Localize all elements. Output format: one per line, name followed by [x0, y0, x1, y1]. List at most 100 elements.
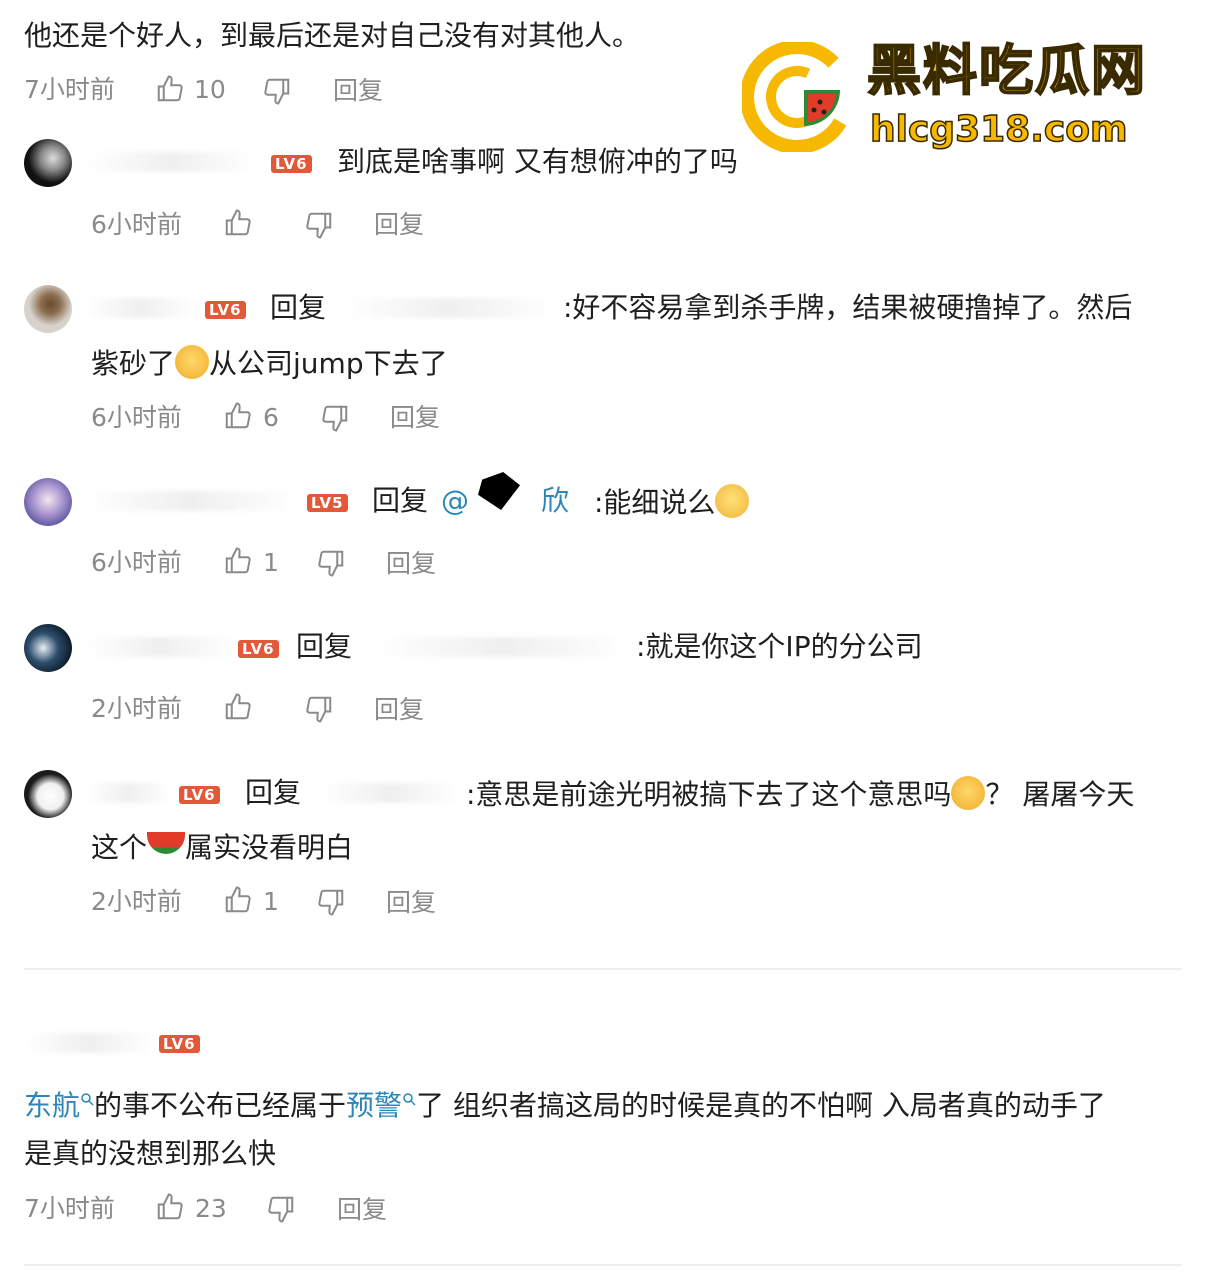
dislike-button[interactable] [320, 403, 350, 433]
dislike-button[interactable] [266, 1194, 296, 1224]
like-button[interactable] [223, 401, 253, 431]
reply-target-name[interactable] [375, 637, 630, 657]
reply-word: 回复 [296, 630, 353, 663]
watermark: 黑料吃瓜网 hlcg318.com [742, 39, 1162, 155]
comment-text-part: 了 组织者搞这局的时候是真的不怕啊 入局者真的动手了 [416, 1089, 1106, 1122]
comment-text-part: 紫砂了 [91, 347, 176, 380]
username[interactable] [86, 298, 196, 318]
thumbs-up-icon [225, 547, 251, 574]
mention-link[interactable]: @ [441, 487, 469, 515]
comment-time: 7小时前 [24, 1194, 115, 1223]
comment-text: 东航 的事不公布已经属于预警了 组织者搞这局的时候是真的不怕啊 入局者真的动手了 [24, 1092, 1106, 1120]
reply-button[interactable]: 回复 [333, 78, 383, 103]
comment-text-part: :能细说么 [594, 486, 716, 519]
comment-text-line2: 这个 属实没看明白 [91, 831, 353, 864]
reply-word: 回复 [245, 776, 302, 809]
like-count: 1 [263, 548, 279, 577]
like-button[interactable] [223, 208, 253, 238]
username[interactable] [86, 783, 171, 803]
thumbs-up-icon [157, 75, 183, 102]
reply-button[interactable]: 回复 [337, 1197, 387, 1222]
comment-text-part: ？ 屠屠今天 [985, 778, 1135, 811]
dislike-button[interactable] [304, 210, 334, 240]
thumbs-up-icon [225, 693, 251, 720]
facepalm-emoji-icon [175, 345, 210, 379]
comment-text: :就是你这个IP的分公司 [636, 630, 923, 663]
username[interactable] [86, 152, 256, 172]
username[interactable] [24, 1033, 154, 1053]
facepalm-emoji-icon [951, 776, 986, 810]
divider [24, 968, 1182, 970]
like-button[interactable] [223, 885, 253, 915]
redaction-mark [478, 472, 520, 510]
comment-text: 到底是啥事啊 又有想俯冲的了吗 [337, 145, 738, 178]
reply-button[interactable]: 回复 [386, 890, 436, 915]
thumbs-down-icon [306, 696, 332, 723]
reply-button[interactable]: 回复 [386, 551, 436, 576]
flushed-emoji-icon [715, 484, 750, 518]
dislike-button[interactable] [316, 548, 346, 578]
like-button[interactable] [155, 74, 185, 104]
topic-link[interactable]: 东航 [24, 1089, 80, 1122]
thumbs-up-icon [225, 886, 251, 913]
watermelon-emoji-icon [147, 832, 186, 854]
like-button[interactable] [223, 546, 253, 576]
comment-time: 2小时前 [91, 694, 182, 723]
reply-word: 回复 [270, 291, 327, 324]
watermark-brand: 黑料吃瓜网 [866, 39, 1147, 103]
thumbs-down-icon [268, 1196, 294, 1223]
like-count: 23 [195, 1194, 227, 1223]
thumbs-down-icon [264, 78, 290, 105]
dislike-button[interactable] [316, 887, 346, 917]
divider [24, 1264, 1182, 1266]
comment-time: 6小时前 [91, 403, 182, 432]
reply-button[interactable]: 回复 [374, 212, 424, 237]
search-icon [81, 1093, 94, 1106]
dislike-button[interactable] [262, 76, 292, 106]
comment-text: 他还是个好人，到最后还是对自己没有对其他人。 [24, 19, 641, 52]
watermark-url: hlcg318.com [869, 108, 1128, 151]
username[interactable] [86, 491, 296, 511]
avatar[interactable] [24, 770, 72, 818]
comment-text-part: 这个 [91, 831, 148, 864]
thumbs-down-icon [306, 212, 332, 239]
topic-link[interactable]: 预警 [346, 1089, 402, 1122]
comment-text: :意思是前途光明被搞下去了这个意思吗 ？ 屠屠今天 [466, 776, 1135, 813]
dislike-button[interactable] [304, 694, 334, 724]
reply-target-name[interactable] [345, 298, 555, 318]
avatar[interactable] [24, 478, 72, 526]
mention-suffix[interactable]: 欣 [541, 487, 569, 515]
like-count: 1 [263, 887, 279, 916]
username[interactable] [86, 637, 236, 657]
like-button[interactable] [223, 692, 253, 722]
level-badge: LV6 [238, 640, 279, 658]
level-badge: LV6 [179, 786, 220, 804]
level-badge: LV6 [271, 155, 312, 173]
thumbs-down-icon [318, 889, 344, 916]
comment-time: 6小时前 [91, 548, 182, 577]
avatar[interactable] [24, 624, 72, 672]
comment-text-part: :意思是前途光明被搞下去了这个意思吗 [466, 778, 952, 811]
like-button[interactable] [155, 1192, 185, 1222]
like-count: 10 [194, 75, 226, 104]
level-badge: LV6 [205, 301, 246, 319]
level-badge: LV6 [159, 1035, 200, 1053]
reply-word: 回复 [372, 484, 429, 517]
comment-text-line2: 紫砂了 从公司jump下去了 [91, 345, 448, 382]
comment-text-part: 从公司jump下去了 [209, 347, 448, 380]
thumbs-up-icon [225, 402, 251, 429]
reply-button[interactable]: 回复 [390, 405, 440, 430]
level-badge: LV5 [307, 494, 348, 512]
thumbs-down-icon [318, 550, 344, 577]
comment-time: 7小时前 [24, 75, 115, 104]
avatar[interactable] [24, 139, 72, 187]
comment-text: :能细说么 [594, 484, 750, 521]
like-count: 6 [263, 403, 279, 432]
avatar[interactable] [24, 285, 72, 333]
comment-text: :好不容易拿到杀手牌，结果被硬撸掉了。然后 [563, 291, 1133, 324]
comment-text-part: 的事不公布已经属于 [94, 1089, 347, 1122]
thumbs-down-icon [322, 405, 348, 432]
search-icon [403, 1093, 416, 1106]
reply-button[interactable]: 回复 [374, 697, 424, 722]
reply-target-name[interactable] [320, 783, 460, 803]
